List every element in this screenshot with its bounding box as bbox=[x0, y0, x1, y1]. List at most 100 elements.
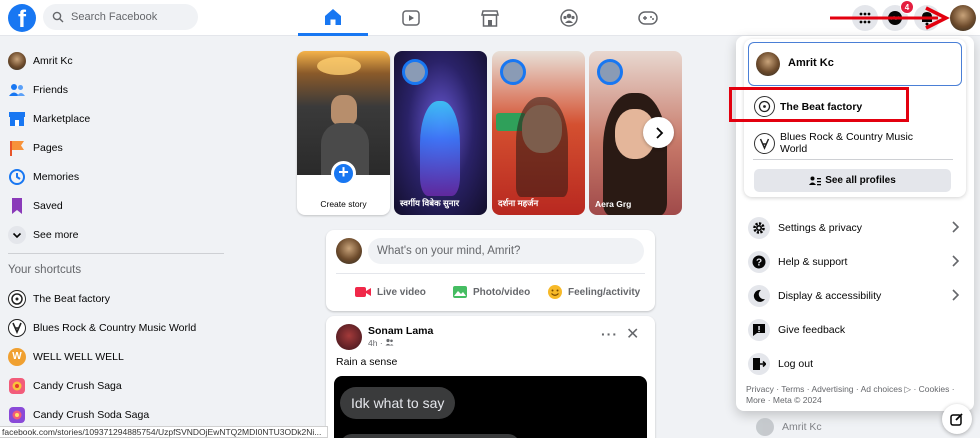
profiles-icon bbox=[809, 176, 822, 185]
facebook-logo[interactable]: f bbox=[8, 4, 36, 33]
sidebar-item-label: The Beat factory bbox=[33, 292, 111, 305]
composer-input[interactable]: What's on your mind, Amrit? bbox=[368, 238, 644, 264]
feeling-activity-label: Feeling/activity bbox=[568, 286, 641, 298]
live-video-button[interactable]: Live video bbox=[354, 280, 426, 304]
shortcuts-heading: Your shortcuts bbox=[8, 264, 82, 276]
see-all-profiles-label: See all profiles bbox=[825, 175, 896, 186]
feeling-activity-button[interactable]: Feeling/activity bbox=[547, 280, 640, 304]
shortcut-item-candy-crush[interactable]: Candy Crush Saga bbox=[0, 371, 228, 400]
menu-item-settings-privacy[interactable]: Settings & privacy bbox=[744, 213, 966, 243]
sidebar-item-see-more[interactable]: See more bbox=[0, 220, 228, 249]
composer-divider bbox=[336, 273, 645, 274]
account-avatar-button[interactable] bbox=[950, 5, 976, 31]
friends-audience-icon bbox=[385, 338, 394, 346]
sidebar-item-label: Pages bbox=[33, 141, 63, 154]
avatar bbox=[336, 238, 362, 264]
story-create-photo bbox=[297, 51, 390, 175]
shortcut-item-candy-crush-soda[interactable]: Candy Crush Soda Saga bbox=[0, 400, 228, 429]
sidebar-divider bbox=[8, 253, 224, 254]
browser-status-url: facebook.com/stories/109371294885754/Uzp… bbox=[0, 426, 328, 438]
post-media[interactable]: Idk what to say bbox=[334, 376, 647, 438]
chevron-down-icon bbox=[8, 225, 26, 244]
chevron-right-icon bbox=[952, 289, 960, 301]
search-icon bbox=[52, 11, 64, 23]
create-story-plus-button[interactable]: + bbox=[331, 161, 356, 186]
menu-item-log-out[interactable]: Log out bbox=[744, 349, 966, 379]
tab-marketplace[interactable] bbox=[455, 0, 525, 36]
story-hair bbox=[516, 97, 568, 197]
logout-icon bbox=[748, 353, 770, 375]
sidebar-item-memories[interactable]: Memories bbox=[0, 162, 228, 191]
moon-icon bbox=[748, 285, 770, 307]
sidebar-item-marketplace[interactable]: Marketplace bbox=[0, 104, 228, 133]
stories-next-button[interactable] bbox=[643, 117, 674, 148]
search-box[interactable] bbox=[43, 4, 198, 30]
sidebar-item-profile[interactable]: Amrit Kc bbox=[0, 46, 228, 75]
sidebar-item-label: Saved bbox=[33, 199, 63, 212]
create-story-label: Create story bbox=[320, 199, 367, 209]
post-author[interactable]: Sonam Lama bbox=[368, 325, 433, 337]
gear-icon bbox=[748, 217, 770, 239]
question-icon: ? bbox=[748, 251, 770, 273]
search-input[interactable] bbox=[71, 4, 191, 30]
candy-crush-icon bbox=[8, 377, 26, 395]
menu-item-label: Display & accessibility bbox=[778, 290, 882, 302]
see-all-profiles-button[interactable]: See all profiles bbox=[754, 169, 951, 192]
live-video-label: Live video bbox=[377, 286, 426, 298]
sidebar-item-saved[interactable]: Saved bbox=[0, 191, 228, 220]
story-card[interactable]: दर्शना महर्जन bbox=[492, 51, 585, 215]
menu-item-label: Settings & privacy bbox=[778, 222, 863, 234]
shortcut-item-well-well-well[interactable]: W WELL WELL WELL bbox=[0, 342, 228, 371]
sidebar-item-pages[interactable]: Pages bbox=[0, 133, 228, 162]
home-icon bbox=[325, 8, 341, 25]
menu-footer-links[interactable]: Privacy · Terms · Advertising · Ad choic… bbox=[746, 384, 966, 406]
menu-item-give-feedback[interactable]: Give feedback bbox=[744, 315, 966, 345]
new-message-button[interactable] bbox=[942, 404, 972, 434]
photo-video-button[interactable]: Photo/video bbox=[452, 280, 530, 304]
story-card[interactable]: स्वर्गीय विबेक सुनार bbox=[394, 51, 487, 215]
watch-video-icon bbox=[402, 10, 420, 26]
sidebar-item-label: Marketplace bbox=[33, 112, 91, 125]
profile-switch-blues-rock[interactable]: Blues Rock & Country Music World bbox=[754, 131, 930, 155]
contact-row[interactable]: Amrit Kc bbox=[756, 418, 822, 436]
smiley-icon bbox=[548, 285, 562, 299]
sidebar-item-label: Memories bbox=[33, 170, 80, 183]
menu-item-display-accessibility[interactable]: Display & accessibility bbox=[744, 281, 966, 311]
menu-item-help-support[interactable]: ? Help & support bbox=[744, 247, 966, 277]
story-create-card[interactable]: + Create story bbox=[297, 51, 390, 215]
avatar[interactable] bbox=[336, 324, 362, 350]
current-profile-row[interactable]: Amrit Kc bbox=[748, 42, 962, 86]
post-close-icon[interactable]: ✕ bbox=[626, 324, 639, 344]
tab-home[interactable] bbox=[298, 0, 368, 36]
chevron-right-icon bbox=[952, 255, 960, 267]
profiles-divider bbox=[753, 159, 953, 160]
post-text: Rain a sense bbox=[336, 356, 398, 368]
photo-icon bbox=[453, 286, 467, 298]
memories-clock-icon bbox=[8, 168, 26, 186]
story-figure bbox=[420, 101, 460, 196]
well-letter-avatar: W bbox=[8, 347, 26, 366]
profile-name: Blues Rock & Country Music World bbox=[780, 131, 914, 155]
story-author-name: दर्शना महर्जन bbox=[498, 198, 539, 208]
pages-flag-icon bbox=[8, 139, 26, 157]
photo-video-label: Photo/video bbox=[473, 286, 531, 298]
sidebar-item-friends[interactable]: Friends bbox=[0, 75, 228, 104]
menu-item-label: Give feedback bbox=[778, 324, 846, 336]
tab-groups[interactable] bbox=[534, 0, 604, 36]
chevron-right-icon bbox=[655, 126, 663, 139]
shortcut-item-blues-rock[interactable]: Blues Rock & Country Music World bbox=[0, 313, 228, 342]
avatar bbox=[8, 51, 26, 70]
avatar bbox=[756, 52, 780, 76]
feed-post: Sonam Lama 4h · ··· ✕ Rain a sense Idk w… bbox=[326, 316, 655, 438]
tab-gaming[interactable] bbox=[613, 0, 683, 36]
marketplace-store-icon bbox=[481, 9, 499, 27]
menu-item-label: Log out bbox=[778, 358, 814, 370]
story-author-name: Aera Grg bbox=[595, 199, 632, 209]
avatar bbox=[756, 418, 774, 436]
shortcut-item-beat-factory[interactable]: The Beat factory bbox=[0, 284, 228, 313]
tab-watch[interactable] bbox=[376, 0, 446, 36]
post-time-text: 4h bbox=[368, 338, 378, 348]
post-more-options-icon[interactable]: ··· bbox=[601, 326, 618, 342]
sidebar-item-label: Candy Crush Soda Saga bbox=[33, 408, 150, 421]
post-timestamp[interactable]: 4h · bbox=[368, 338, 394, 348]
